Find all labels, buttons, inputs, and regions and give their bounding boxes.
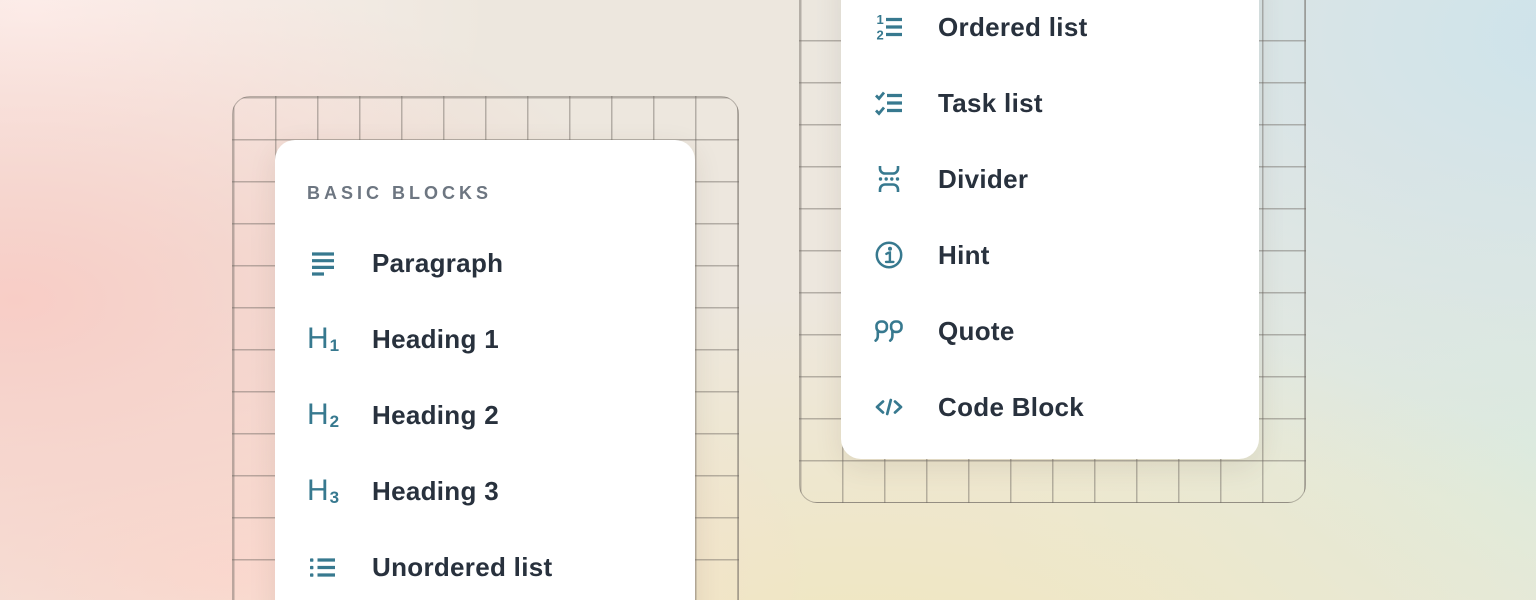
menu-item-heading-3[interactable]: H3 Heading 3: [307, 453, 663, 529]
menu-item-unordered-list[interactable]: Unordered list: [307, 529, 663, 600]
menu-item-label: Code Block: [938, 392, 1084, 423]
divider-icon: [873, 163, 905, 195]
unordered-list-icon: [307, 551, 339, 583]
menu-item-label: Heading 1: [372, 324, 499, 355]
heading-3-icon: H3: [307, 475, 339, 507]
paragraph-icon: [307, 247, 339, 279]
heading-1-icon: H1: [307, 323, 339, 355]
task-list-icon: [873, 87, 905, 119]
background: BASIC BLOCKS Paragraph H1 Heading 1 H2 H…: [0, 0, 1536, 600]
menu-item-task-list[interactable]: Task list: [873, 65, 1227, 141]
menu-item-label: Heading 3: [372, 476, 499, 507]
menu-item-heading-1[interactable]: H1 Heading 1: [307, 301, 663, 377]
code-block-icon: [873, 391, 905, 423]
menu-item-paragraph[interactable]: Paragraph: [307, 225, 663, 301]
menu-item-divider[interactable]: Divider: [873, 141, 1227, 217]
heading-2-icon: H2: [307, 399, 339, 431]
menu-item-label: Heading 2: [372, 400, 499, 431]
menu-item-label: Unordered list: [372, 552, 552, 583]
quote-icon: [873, 315, 905, 347]
hint-icon: [873, 239, 905, 271]
section-header: BASIC BLOCKS: [307, 183, 663, 203]
menu-item-heading-2[interactable]: H2 Heading 2: [307, 377, 663, 453]
ordered-list-icon: 1 2: [873, 11, 905, 43]
menu-item-quote[interactable]: Quote: [873, 293, 1227, 369]
menu-item-hint[interactable]: Hint: [873, 217, 1227, 293]
basic-blocks-menu: BASIC BLOCKS Paragraph H1 Heading 1 H2 H…: [275, 140, 695, 600]
blocks-menu-continued: 1 2 Ordered list Task list: [841, 0, 1259, 459]
menu-item-code-block[interactable]: Code Block: [873, 369, 1227, 445]
svg-text:2: 2: [877, 28, 884, 43]
menu-item-label: Divider: [938, 164, 1028, 195]
menu-item-label: Ordered list: [938, 12, 1088, 43]
menu-item-label: Paragraph: [372, 248, 503, 279]
menu-item-label: Quote: [938, 316, 1015, 347]
svg-text:1: 1: [877, 12, 884, 27]
menu-item-label: Hint: [938, 240, 990, 271]
menu-item-label: Task list: [938, 88, 1043, 119]
menu-item-ordered-list[interactable]: 1 2 Ordered list: [873, 0, 1227, 65]
